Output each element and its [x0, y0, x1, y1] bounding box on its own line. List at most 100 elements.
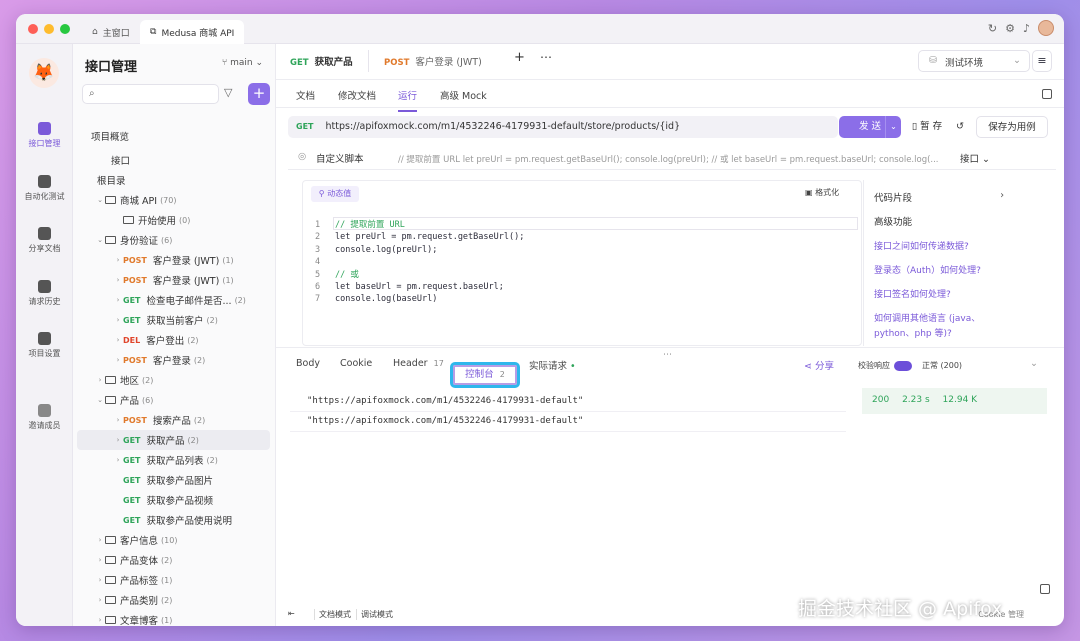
tree-endpoint-item[interactable]: › GET 获取产品列表 (2)	[73, 450, 276, 470]
chevron-icon[interactable]: ›	[95, 596, 105, 604]
snippets-link[interactable]: 代码片段 ›	[874, 190, 1004, 204]
tab-cookie[interactable]: Cookie	[340, 358, 372, 369]
rail-item-autotest[interactable]: 自动化测试	[16, 175, 73, 202]
more-icon[interactable]: ⋯	[540, 50, 552, 64]
minimize-window-button[interactable]	[44, 24, 54, 34]
search-input[interactable]: ⌕	[82, 84, 219, 104]
rail-item-api[interactable]: 接口管理	[16, 122, 73, 149]
tree-endpoint-item[interactable]: GET 获取参产品视频	[73, 490, 276, 510]
collapse-icon[interactable]: ⇤	[288, 609, 295, 618]
share-button[interactable]: ⋖ 分享	[804, 358, 834, 372]
chevron-icon[interactable]: ›	[113, 276, 123, 284]
tree-endpoint-item[interactable]: › POST 客户登录 (2)	[73, 350, 276, 370]
chevron-icon[interactable]: ›	[95, 556, 105, 564]
reset-icon[interactable]: ↺	[952, 116, 968, 138]
save-case-button[interactable]: 保存为用例	[976, 116, 1048, 138]
add-button[interactable]: +	[248, 83, 270, 105]
chevron-icon[interactable]: ⌄	[95, 396, 105, 404]
tree-folder-item[interactable]: › 产品变体 (2)	[73, 550, 276, 570]
tab-edit-docs[interactable]: 修改文档	[338, 88, 376, 102]
url-input[interactable]: GET https://apifoxmock.com/m1/4532246-417…	[288, 116, 838, 138]
tree-folder-item[interactable]: ⌄ 身份验证 (6)	[73, 230, 276, 250]
chevron-icon[interactable]: ›	[113, 356, 123, 364]
tree-folder-item[interactable]: › 客户信息 (10)	[73, 530, 276, 550]
tree-endpoint-item[interactable]: › POST 客户登录 (JWT) (1)	[73, 250, 276, 270]
send-button[interactable]: 发 送 ⌄	[839, 116, 901, 138]
tab-body[interactable]: Body	[296, 358, 320, 369]
chevron-icon[interactable]: ›	[113, 336, 123, 344]
tab-mock[interactable]: 高级 Mock	[440, 88, 487, 102]
debug-mode-button[interactable]: 调试模式	[356, 609, 393, 620]
rail-item-history[interactable]: 请求历史	[16, 280, 73, 307]
chevron-icon[interactable]: ⌄	[95, 236, 105, 244]
tree-folder-item[interactable]: 开始使用 (0)	[73, 210, 276, 230]
chevron-icon[interactable]: ›	[95, 376, 105, 384]
scope-select[interactable]: 接口 ⌄	[960, 151, 990, 165]
tab-docs[interactable]: 文档	[296, 88, 315, 102]
chevron-icon[interactable]: ›	[113, 316, 123, 324]
tree-folder-item[interactable]: 接口	[73, 150, 276, 170]
dynamic-value-button[interactable]: ⚲ 动态值	[311, 186, 359, 202]
maximize-window-button[interactable]	[60, 24, 70, 34]
help-link-lang[interactable]: 如何调用其他语言 (java、python、php 等)?	[874, 312, 1009, 342]
chevron-icon[interactable]: ›	[113, 436, 123, 444]
tab-actual-request[interactable]: 实际请求 •	[529, 358, 576, 372]
chevron-icon[interactable]: ›	[95, 536, 105, 544]
tree-folder-item[interactable]: › 文章博客 (1)	[73, 610, 276, 627]
tree-folder-item[interactable]: 项目概览	[73, 126, 276, 146]
rail-item-settings[interactable]: 项目设置	[16, 332, 73, 359]
tree-endpoint-item[interactable]: › GET 检查电子邮件是否... (2)	[73, 290, 276, 310]
tree-endpoint-item[interactable]: › POST 客户登录 (JWT) (1)	[73, 270, 276, 290]
tree-folder-item[interactable]: ⌄ 商城 API (70)	[73, 190, 276, 210]
tree-endpoint-item[interactable]: GET 获取参产品图片	[73, 470, 276, 490]
chevron-icon[interactable]: ›	[95, 616, 105, 624]
tab-project[interactable]: ⧉ Medusa 商城 API	[140, 20, 245, 44]
refresh-icon[interactable]: ↻	[988, 22, 997, 35]
verify-toggle[interactable]	[894, 360, 912, 371]
branch-selector[interactable]: ⑂ main ⌄	[222, 58, 263, 68]
layout-grid-icon[interactable]	[1040, 584, 1050, 594]
rail-item-invite[interactable]: 邀请成员	[16, 404, 73, 431]
chevron-icon[interactable]: ›	[113, 296, 123, 304]
save-temp-button[interactable]: ▯ 暂 存	[908, 116, 946, 138]
gear-icon[interactable]: ⚙	[1005, 22, 1015, 35]
tree-folder-item[interactable]: 根目录	[73, 170, 276, 190]
layout-icon[interactable]	[1042, 89, 1052, 99]
tab-get-product[interactable]: GET 获取产品	[290, 54, 353, 68]
tab-run[interactable]: 运行	[398, 88, 418, 112]
filter-icon[interactable]: ▽	[224, 86, 232, 99]
code-editor[interactable]: ⚲ 动态值 ▣ 格式化 1 // 提取前置 URL 2 let preUrl = pm…	[302, 180, 862, 346]
tab-console[interactable]: 控制台 2	[450, 362, 520, 388]
script-row[interactable]: ◎ 自定义脚本 // 提取前置 URL let preUrl = pm.requ…	[288, 146, 1056, 170]
add-tab-icon[interactable]: +	[514, 50, 525, 65]
tree-folder-item[interactable]: ⌄ 产品 (6)	[73, 390, 276, 410]
chevron-icon[interactable]: ›	[113, 456, 123, 464]
avatar[interactable]	[1038, 20, 1054, 36]
tree-endpoint-item[interactable]: › GET 获取产品 (2)	[77, 430, 270, 450]
tab-home[interactable]: ⌂ 主窗口	[82, 20, 140, 44]
help-link-pass-data[interactable]: 接口之间如何传递数据?	[874, 240, 1009, 255]
chevron-icon[interactable]: ⌄	[95, 196, 105, 204]
tree-folder-item[interactable]: › 产品类别 (2)	[73, 590, 276, 610]
format-button[interactable]: ▣ 格式化	[805, 187, 839, 198]
chevron-icon[interactable]: ›	[95, 576, 105, 584]
doc-mode-button[interactable]: 文档模式	[314, 609, 351, 620]
tree-endpoint-item[interactable]: › DEL 客户登出 (2)	[73, 330, 276, 350]
tree-endpoint-item[interactable]: › POST 搜索产品 (2)	[73, 410, 276, 430]
tab-header[interactable]: Header 17	[393, 358, 444, 369]
help-link-sign[interactable]: 接口签名如何处理?	[874, 288, 1009, 303]
close-window-button[interactable]	[28, 24, 38, 34]
tree-folder-item[interactable]: › 地区 (2)	[73, 370, 276, 390]
chevron-icon[interactable]: ›	[113, 416, 123, 424]
tree-endpoint-item[interactable]: › GET 获取当前客户 (2)	[73, 310, 276, 330]
menu-icon[interactable]: ≡	[1032, 50, 1052, 72]
chevron-down-icon[interactable]: ⌄	[1030, 358, 1038, 369]
tab-post-login[interactable]: POST 客户登录 (JWT)	[384, 54, 482, 68]
help-link-auth[interactable]: 登录态（Auth）如何处理?	[874, 264, 1009, 279]
tree-folder-item[interactable]: › 产品标签 (1)	[73, 570, 276, 590]
chevron-icon[interactable]: ›	[113, 256, 123, 264]
environment-select[interactable]: ⛁ 测试环境 ⌄	[918, 50, 1030, 72]
rail-item-share[interactable]: 分享文档	[16, 227, 73, 254]
bell-icon[interactable]: ♪	[1023, 22, 1030, 35]
tree-endpoint-item[interactable]: GET 获取参产品使用说明	[73, 510, 276, 530]
